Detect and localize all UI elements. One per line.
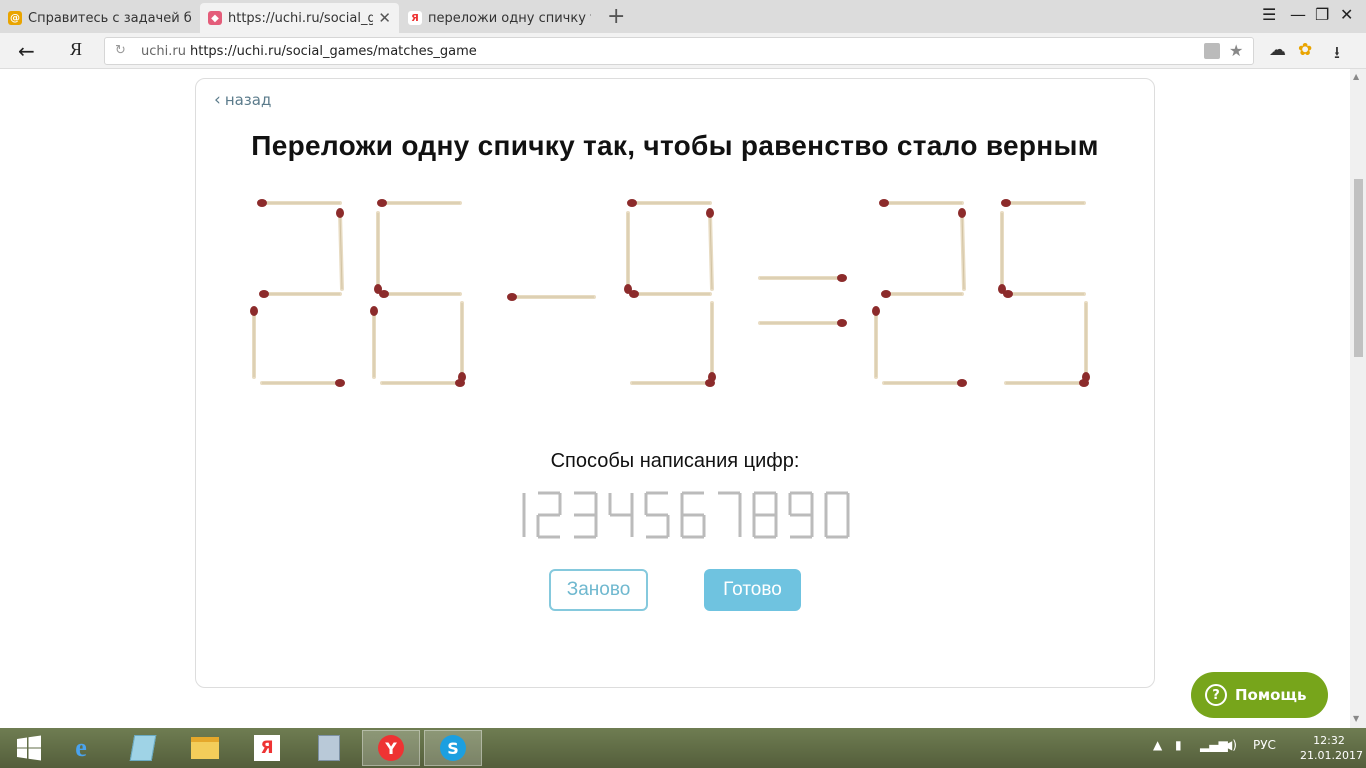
yandex-icon[interactable]: Я	[238, 730, 296, 766]
explorer-icon[interactable]	[114, 730, 172, 766]
lock-icon[interactable]	[1204, 43, 1220, 59]
address-bar[interactable]: ↻ uchi.ru https://uchi.ru/social_games/m…	[104, 37, 1254, 65]
scroll-down-icon[interactable]: ▼	[1353, 714, 1359, 723]
yandex-browser-icon[interactable]: Y	[362, 730, 420, 766]
ie-icon[interactable]: e	[52, 730, 110, 766]
sample-digit-2	[536, 491, 562, 539]
question-icon: ?	[1205, 684, 1227, 706]
back-arrow-icon[interactable]: ←	[18, 39, 35, 63]
help-button[interactable]: ? Помощь	[1191, 672, 1328, 718]
volume-icon[interactable]: ◀)	[1223, 738, 1237, 752]
folder-icon[interactable]	[176, 730, 234, 766]
sample-digit-6	[680, 491, 706, 539]
done-button[interactable]: Готово	[704, 569, 801, 611]
page-scrollbar[interactable]: ▲ ▼	[1350, 69, 1366, 728]
taskbar: e Я Y S ▲ ▮ ▂▄▆ ◀) РУС	[0, 728, 1366, 768]
battery-icon[interactable]: ▮	[1175, 738, 1182, 752]
tray-expand-icon[interactable]: ▲	[1153, 738, 1162, 752]
address-host: uchi.ru	[141, 44, 186, 59]
windows-start-icon[interactable]	[0, 730, 58, 766]
yandex-logo[interactable]: Я	[70, 39, 82, 60]
tab-2-label: https://uchi.ru/social_gam	[228, 10, 373, 26]
bookmark-star-icon[interactable]: ★	[1229, 41, 1243, 60]
sample-digit-7	[718, 491, 742, 537]
digit-ways-label: Способы написания цифр:	[550, 450, 800, 472]
sample-digit-8	[752, 491, 778, 539]
sample-digit-3	[574, 491, 598, 539]
restart-button[interactable]: Заново	[549, 569, 648, 611]
clock-date: 21.01.2017	[1300, 749, 1363, 762]
sample-digit-9	[788, 491, 814, 539]
tab-3-label: переложи одну спичку так	[428, 10, 591, 26]
tab-2[interactable]: ◆ https://uchi.ru/social_gam ✕	[200, 3, 399, 33]
globe-icon: @	[8, 11, 22, 25]
scroll-up-icon[interactable]: ▲	[1353, 72, 1359, 81]
back-link[interactable]: ‹ назад	[214, 90, 271, 110]
tab-3[interactable]: Я переложи одну спичку так	[400, 3, 599, 33]
tab-1-label: Справитесь с задачей быстр	[28, 10, 191, 26]
page-title: Переложи одну спичку так, чтобы равенств…	[251, 130, 1099, 161]
minimize-icon[interactable]: —	[1290, 5, 1306, 24]
yandex-icon: Я	[408, 11, 422, 25]
chevron-left-icon: ‹	[214, 90, 221, 110]
scroll-thumb[interactable]	[1354, 179, 1363, 357]
help-label: Помощь	[1235, 686, 1307, 704]
language-indicator[interactable]: РУС	[1253, 738, 1276, 752]
skype-icon[interactable]: S	[424, 730, 482, 766]
reload-icon[interactable]: ↻	[115, 43, 126, 58]
address-url[interactable]: https://uchi.ru/social_games/matches_gam…	[190, 44, 477, 59]
restore-icon[interactable]: ❐	[1315, 5, 1329, 24]
sample-digit-4	[608, 493, 634, 537]
address-row: ← Я ↻ uchi.ru https://uchi.ru/social_gam…	[0, 33, 1366, 69]
new-tab-button[interactable]: +	[607, 4, 625, 29]
menu-icon[interactable]: ☰	[1262, 5, 1276, 24]
tab-strip: @ Справитесь с задачей быстр ◆ https://u…	[0, 0, 1366, 33]
back-link-label: назад	[224, 91, 272, 109]
game-card	[195, 78, 1155, 688]
uchi-icon: ◆	[208, 11, 222, 25]
clock[interactable]: 12:32 21.01.2017	[1300, 733, 1363, 763]
cloud-download-icon[interactable]: ☁	[1269, 40, 1286, 60]
calculator-icon[interactable]	[300, 730, 358, 766]
digit-samples	[522, 491, 850, 539]
sample-digit-0	[824, 491, 850, 539]
close-window-icon[interactable]: ✕	[1340, 5, 1353, 24]
sample-digit-5	[644, 491, 670, 539]
downloads-icon[interactable]: ⭳	[1334, 40, 1340, 69]
close-tab-icon[interactable]: ✕	[378, 9, 391, 27]
clock-time: 12:32	[1313, 734, 1345, 747]
extension-paw-icon[interactable]: ✿	[1298, 40, 1312, 60]
tab-1[interactable]: @ Справитесь с задачей быстр	[0, 3, 199, 33]
